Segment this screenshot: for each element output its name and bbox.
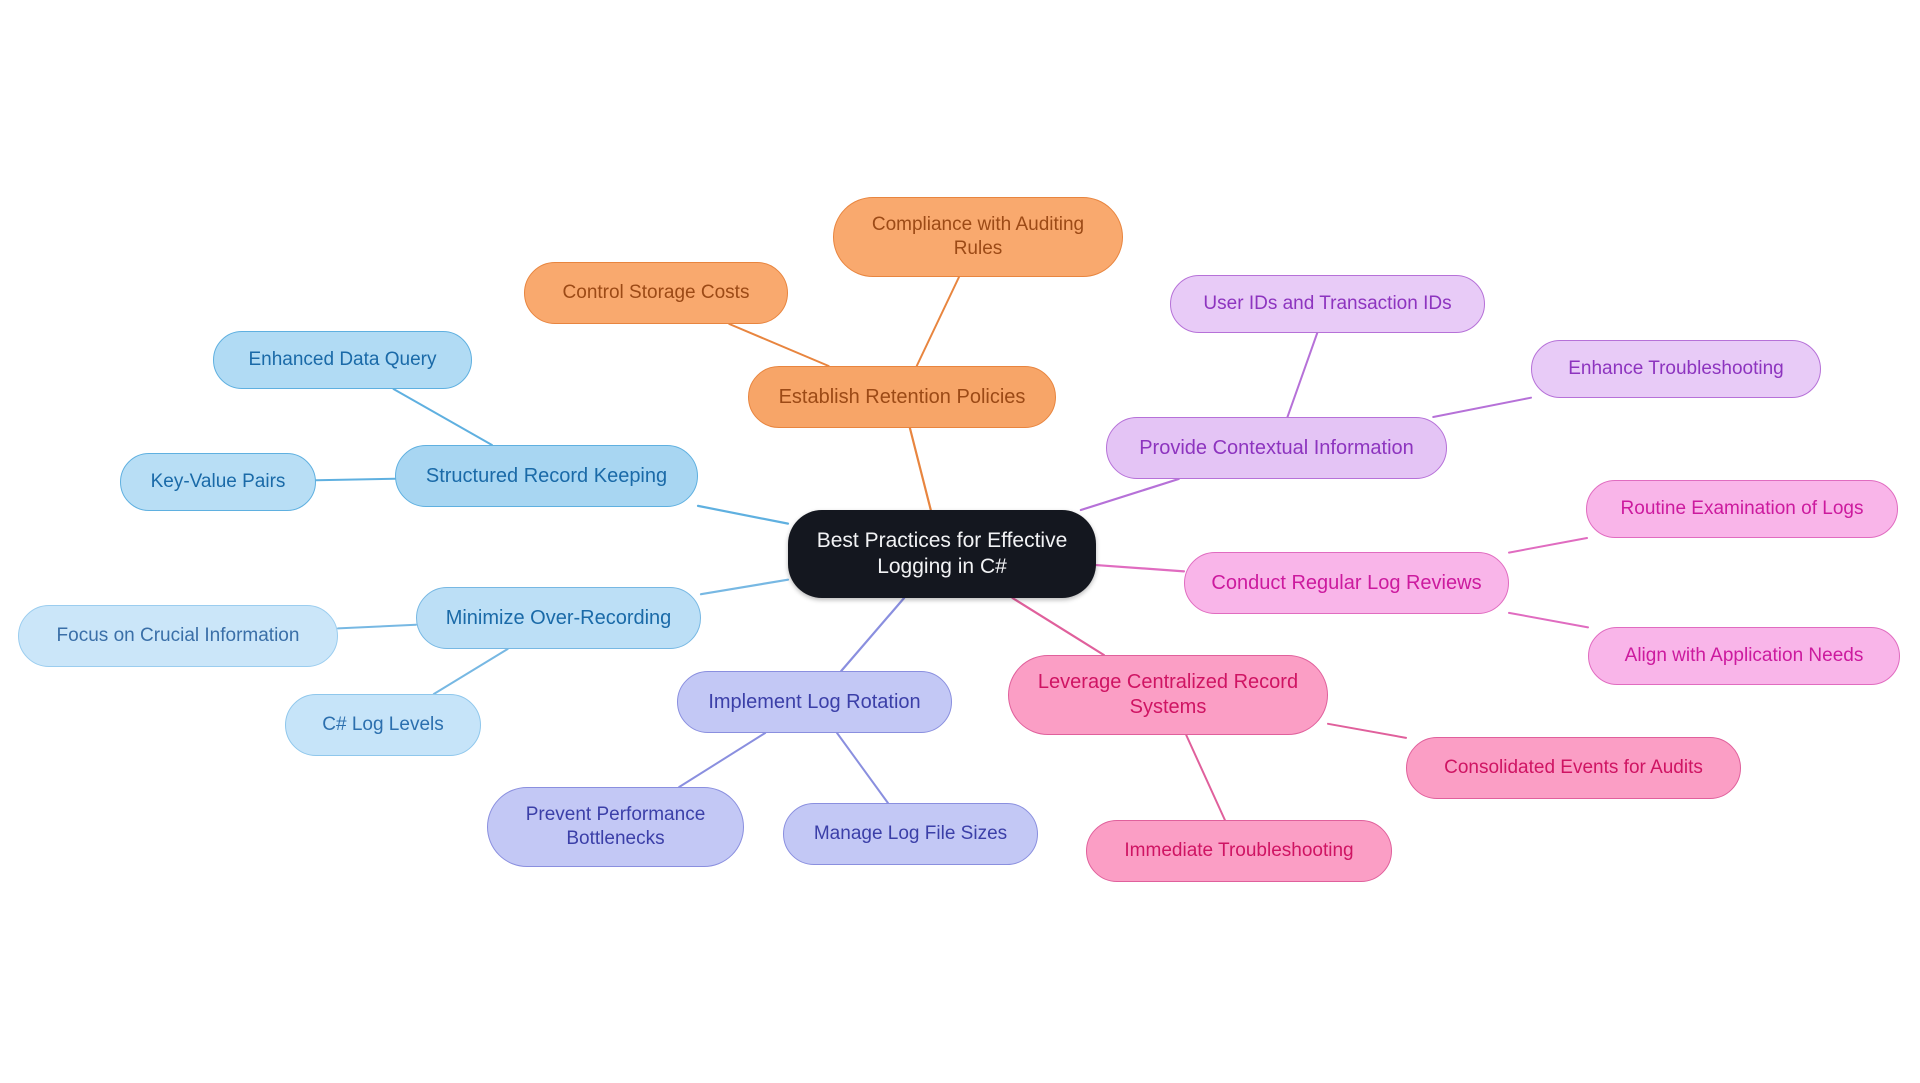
node-label: Provide Contextual Information	[1139, 436, 1414, 459]
mindmap-edge-implement-log-rotation-to-prevent-performance-bottlenecks	[678, 732, 767, 788]
node-label: Align with Application Needs	[1624, 645, 1864, 667]
mindmap-edge-establish-retention-policies-to-control-storage-costs	[728, 323, 830, 367]
mindmap-edge-root-to-structured-record-keeping	[696, 504, 790, 525]
node-label: Control Storage Costs	[562, 282, 750, 304]
mindmap-node-minimize-over-recording[interactable]: Minimize Over-Recording	[416, 587, 701, 649]
mindmap-node-manage-log-file-sizes[interactable]: Manage Log File Sizes	[783, 803, 1038, 865]
node-label: Best Practices for Effective Logging in …	[816, 528, 1068, 578]
node-label: C# Log Levels	[322, 714, 444, 736]
mindmap-node-focus-on-crucial-information[interactable]: Focus on Crucial Information	[18, 605, 338, 667]
mindmap-node-implement-log-rotation[interactable]: Implement Log Rotation	[677, 671, 952, 733]
mindmap-node-routine-examination-of-logs[interactable]: Routine Examination of Logs	[1586, 480, 1898, 538]
node-label: Leverage Centralized Record Systems	[1037, 671, 1299, 718]
mindmap-edge-conduct-regular-log-reviews-to-routine-examination-of-logs	[1508, 537, 1589, 554]
node-label: Enhanced Data Query	[248, 349, 437, 371]
node-label: Enhance Troubleshooting	[1568, 358, 1784, 380]
mindmap-canvas: Best Practices for Effective Logging in …	[0, 0, 1920, 1083]
mindmap-node-conduct-regular-log-reviews[interactable]: Conduct Regular Log Reviews	[1184, 552, 1509, 614]
mindmap-edge-structured-record-keeping-to-key-value-pairs	[315, 477, 396, 482]
mindmap-edge-root-to-provide-contextual-information	[1079, 477, 1180, 512]
mindmap-root-node[interactable]: Best Practices for Effective Logging in …	[788, 510, 1096, 598]
mindmap-edge-provide-contextual-information-to-user-ids-and-transaction-ids	[1286, 332, 1319, 418]
node-label: Conduct Regular Log Reviews	[1211, 571, 1482, 594]
mindmap-edge-minimize-over-recording-to-focus-on-crucial-information	[337, 623, 417, 630]
mindmap-node-align-with-application-needs[interactable]: Align with Application Needs	[1588, 627, 1900, 685]
mindmap-node-prevent-performance-bottlenecks[interactable]: Prevent Performance Bottlenecks	[487, 787, 744, 867]
mindmap-edge-root-to-establish-retention-policies	[908, 426, 932, 512]
node-label: Manage Log File Sizes	[813, 823, 1008, 845]
mindmap-node-compliance-with-auditing-rules[interactable]: Compliance with Auditing Rules	[833, 197, 1123, 277]
mindmap-node-enhanced-data-query[interactable]: Enhanced Data Query	[213, 331, 472, 389]
mindmap-edge-root-to-minimize-over-recording	[699, 578, 790, 596]
mindmap-node-establish-retention-policies[interactable]: Establish Retention Policies	[748, 366, 1056, 428]
mindmap-edge-structured-record-keeping-to-enhanced-data-query	[392, 388, 493, 446]
node-label: Minimize Over-Recording	[445, 606, 672, 629]
mindmap-node-enhance-troubleshooting[interactable]: Enhance Troubleshooting	[1531, 340, 1821, 398]
mindmap-edge-provide-contextual-information-to-enhance-troubleshooting	[1432, 396, 1532, 418]
mindmap-node-immediate-troubleshooting[interactable]: Immediate Troubleshooting	[1086, 820, 1392, 882]
mindmap-edge-root-to-leverage-centralized-record-systems	[1011, 596, 1105, 657]
node-label: Implement Log Rotation	[708, 690, 921, 713]
node-label: Compliance with Auditing Rules	[871, 214, 1085, 259]
mindmap-edge-establish-retention-policies-to-compliance-with-auditing-rules	[915, 276, 960, 367]
mindmap-node-leverage-centralized-record-systems[interactable]: Leverage Centralized Record Systems	[1008, 655, 1328, 735]
mindmap-edge-root-to-conduct-regular-log-reviews	[1094, 563, 1186, 573]
node-label: Prevent Performance Bottlenecks	[525, 804, 706, 849]
mindmap-edge-root-to-implement-log-rotation	[840, 596, 906, 673]
node-label: User IDs and Transaction IDs	[1203, 293, 1452, 315]
mindmap-node-user-ids-and-transaction-ids[interactable]: User IDs and Transaction IDs	[1170, 275, 1485, 333]
mindmap-node-csharp-log-levels[interactable]: C# Log Levels	[285, 694, 481, 756]
mindmap-edge-implement-log-rotation-to-manage-log-file-sizes	[836, 732, 889, 804]
mindmap-node-provide-contextual-information[interactable]: Provide Contextual Information	[1106, 417, 1447, 479]
mindmap-edge-conduct-regular-log-reviews-to-align-with-application-needs	[1508, 611, 1589, 629]
mindmap-node-control-storage-costs[interactable]: Control Storage Costs	[524, 262, 788, 324]
node-label: Immediate Troubleshooting	[1124, 840, 1354, 862]
node-label: Establish Retention Policies	[778, 385, 1026, 408]
node-label: Routine Examination of Logs	[1620, 498, 1864, 520]
node-label: Key-Value Pairs	[150, 471, 286, 493]
mindmap-node-consolidated-events-for-audits[interactable]: Consolidated Events for Audits	[1406, 737, 1741, 799]
mindmap-node-key-value-pairs[interactable]: Key-Value Pairs	[120, 453, 316, 511]
mindmap-edge-leverage-centralized-record-systems-to-consolidated-events-for-audits	[1327, 722, 1407, 739]
mindmap-edge-minimize-over-recording-to-csharp-log-levels	[432, 648, 509, 695]
mindmap-node-structured-record-keeping[interactable]: Structured Record Keeping	[395, 445, 698, 507]
node-label: Consolidated Events for Audits	[1444, 757, 1703, 779]
node-label: Structured Record Keeping	[425, 464, 668, 487]
node-label: Focus on Crucial Information	[56, 625, 300, 647]
mindmap-edge-leverage-centralized-record-systems-to-immediate-troubleshooting	[1185, 734, 1226, 821]
